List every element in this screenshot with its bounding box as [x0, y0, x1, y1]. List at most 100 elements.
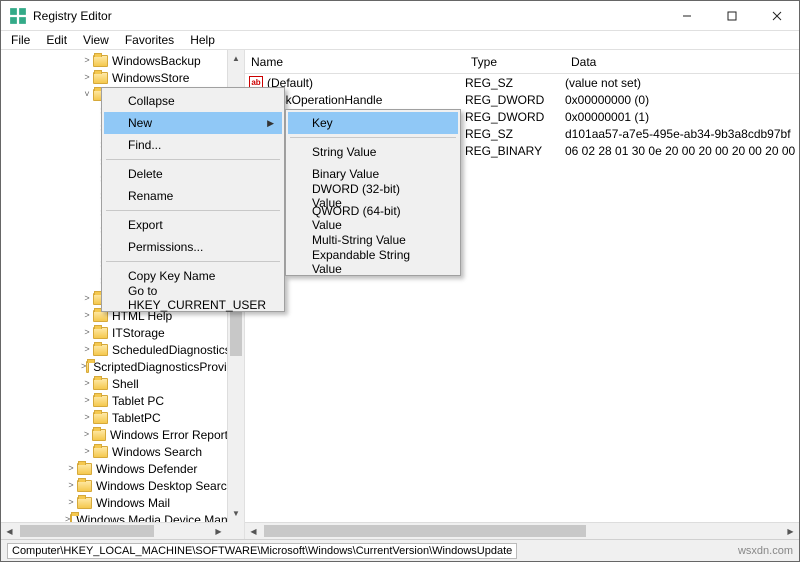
expand-icon[interactable]: > [81, 73, 93, 82]
folder-icon [93, 327, 108, 339]
tree-item-label: Shell [112, 377, 139, 391]
expand-icon[interactable]: > [81, 413, 93, 422]
ctx-permissions-[interactable]: Permissions... [104, 236, 282, 258]
column-type[interactable]: Type [465, 55, 565, 69]
tree-item[interactable]: > Shell [1, 375, 244, 392]
value-type: REG_BINARY [465, 144, 565, 158]
tree-item-label: TabletPC [112, 411, 161, 425]
tree-item-label: Windows Mail [96, 496, 170, 510]
expand-icon[interactable]: > [65, 481, 77, 490]
menu-file[interactable]: File [3, 32, 38, 48]
tree-item[interactable]: >ScriptedDiagnosticsProvider [1, 358, 244, 375]
scroll-thumb[interactable] [264, 525, 586, 537]
new-string-value[interactable]: String Value [288, 141, 458, 163]
menu-item-label: Multi-String Value [312, 233, 406, 247]
ctx-export[interactable]: Export [104, 214, 282, 236]
menu-edit[interactable]: Edit [38, 32, 75, 48]
collapse-icon[interactable]: ˅ [81, 90, 93, 99]
column-name[interactable]: Name [245, 55, 465, 69]
scroll-right-button[interactable]: ▶ [782, 523, 799, 539]
list-horizontal-scrollbar[interactable]: ◀ ▶ [245, 522, 799, 539]
column-headers: Name Type Data [245, 50, 799, 74]
tree-item[interactable]: > WindowsBackup [1, 52, 244, 69]
ctx-go-to-hkey-current-user[interactable]: Go to HKEY_CURRENT_USER [104, 287, 282, 309]
menu-item-label: Export [128, 218, 163, 232]
expand-icon[interactable]: > [81, 345, 93, 354]
expand-icon[interactable]: > [81, 311, 93, 320]
tree-item-label: Windows Defender [96, 462, 197, 476]
window-title: Registry Editor [33, 9, 664, 23]
expand-icon[interactable]: > [65, 498, 77, 507]
scroll-corner [227, 522, 244, 539]
value-type: REG_SZ [465, 127, 565, 141]
tree-item[interactable]: > Tablet PC [1, 392, 244, 409]
menu-item-label: Find... [128, 138, 161, 152]
ctx-delete[interactable]: Delete [104, 163, 282, 185]
tree-item[interactable]: >Windows Desktop Search [1, 477, 244, 494]
maximize-button[interactable] [709, 1, 754, 31]
menu-view[interactable]: View [75, 32, 117, 48]
scroll-left-button[interactable]: ◀ [245, 523, 262, 539]
folder-icon [77, 463, 92, 475]
value-type: REG_SZ [465, 76, 565, 90]
ctx-new[interactable]: New▶ [104, 112, 282, 134]
value-data: d101aa57-a7e5-495e-ab34-9b3a8cdb97bf [565, 127, 799, 141]
menu-item-label: Expandable String Value [312, 248, 428, 276]
expand-icon[interactable]: > [81, 379, 93, 388]
tree-item-label: Windows Search [112, 445, 202, 459]
expand-icon[interactable]: > [65, 464, 77, 473]
minimize-icon [682, 11, 692, 21]
close-icon [772, 11, 782, 21]
tree-item-label: Windows Error Reporting [110, 428, 244, 442]
tree-item-label: WindowsBackup [112, 54, 201, 68]
tree-item[interactable]: > ScheduledDiagnostics [1, 341, 244, 358]
expand-icon[interactable]: > [81, 430, 92, 439]
expand-icon[interactable]: > [81, 447, 93, 456]
folder-icon [77, 497, 92, 509]
menubar: File Edit View Favorites Help [1, 31, 799, 50]
scroll-thumb[interactable] [20, 525, 154, 537]
tree-item[interactable]: >ITStorage [1, 324, 244, 341]
minimize-button[interactable] [664, 1, 709, 31]
context-submenu-new[interactable]: KeyString ValueBinary ValueDWORD (32-bit… [285, 109, 461, 276]
folder-icon [86, 361, 89, 373]
expand-icon[interactable]: > [81, 328, 93, 337]
close-button[interactable] [754, 1, 799, 31]
context-menu[interactable]: CollapseNew▶ Find... DeleteRename Export Per… [101, 87, 285, 312]
tree-item[interactable]: > Windows Search [1, 443, 244, 460]
tree-item-label: Tablet PC [112, 394, 164, 408]
new-qword-64-bit-value[interactable]: QWORD (64-bit) Value [288, 207, 458, 229]
tree-item[interactable]: > Windows Error Reporting [1, 426, 244, 443]
tree-item[interactable]: > Windows Defender [1, 460, 244, 477]
scroll-right-button[interactable]: ▶ [210, 523, 227, 539]
folder-icon [93, 378, 108, 390]
menu-favorites[interactable]: Favorites [117, 32, 182, 48]
menu-separator [290, 137, 456, 138]
new-key[interactable]: Key [288, 112, 458, 134]
scroll-down-button[interactable]: ▼ [228, 505, 244, 522]
scroll-left-button[interactable]: ◀ [1, 523, 18, 539]
expand-icon[interactable]: > [81, 56, 93, 65]
value-row[interactable]: ab(Default)REG_SZ(value not set) [245, 74, 799, 91]
expand-icon[interactable]: > [81, 294, 93, 303]
column-data[interactable]: Data [565, 55, 799, 69]
menu-help[interactable]: Help [182, 32, 223, 48]
tree-item[interactable]: > Windows Mail [1, 494, 244, 511]
tree-horizontal-scrollbar[interactable]: ◀ ▶ [1, 522, 227, 539]
folder-icon [77, 480, 92, 492]
scroll-up-button[interactable]: ▲ [228, 50, 244, 67]
new-expandable-string-value[interactable]: Expandable String Value [288, 251, 458, 273]
ctx-collapse[interactable]: Collapse [104, 90, 282, 112]
folder-icon [92, 429, 106, 441]
expand-icon[interactable]: > [81, 396, 93, 405]
menu-item-label: String Value [312, 145, 376, 159]
tree-item-label: ScheduledDiagnostics [112, 343, 231, 357]
ctx-rename[interactable]: Rename [104, 185, 282, 207]
menu-item-label: Copy Key Name [128, 269, 215, 283]
ctx-find-[interactable]: Find... [104, 134, 282, 156]
tree-item[interactable]: >WindowsStore [1, 69, 244, 86]
value-row[interactable]: 011TaskOperationHandleREG_DWORD0x0000000… [245, 91, 799, 108]
tree-item[interactable]: > TabletPC [1, 409, 244, 426]
value-data: 0x00000000 (0) [565, 93, 799, 107]
value-type: REG_DWORD [465, 93, 565, 107]
